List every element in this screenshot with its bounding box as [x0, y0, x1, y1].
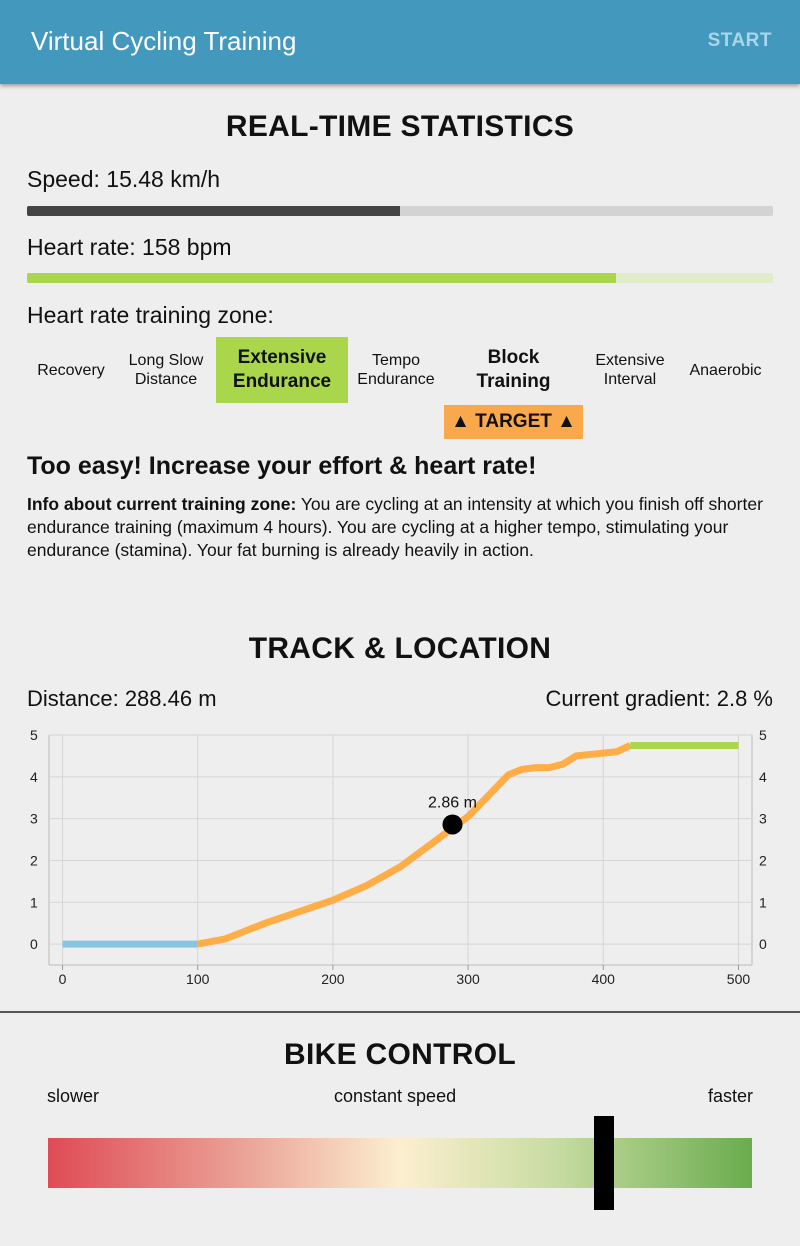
- x-tick-label: 300: [456, 971, 480, 987]
- speed-label: Speed: 15.48 km/h: [27, 166, 221, 192]
- heart-rate-progress-fill: [27, 273, 617, 283]
- elevation-chart: 0 0 1 1 2 2 3 3 4 4 5 5 0 100 200 300 400 500 2.86 m: [30, 727, 767, 987]
- y-tick-label-right: 3: [759, 811, 767, 827]
- zone-block-training: Block Training: [476, 347, 551, 392]
- section-divider: [0, 1011, 800, 1013]
- zone-info-prefix: Info about current training zone:: [27, 494, 297, 514]
- x-tick-label: 0: [59, 971, 67, 987]
- y-tick-label-left: 4: [30, 769, 38, 785]
- training-zones: Recovery Long Slow Distance Extensive Endu…: [24, 337, 776, 403]
- position-marker: [442, 814, 463, 835]
- zone-label: Heart rate training zone:: [27, 302, 274, 328]
- y-tick-label-right: 1: [759, 894, 767, 910]
- app-title: Virtual Cycling Training: [31, 26, 297, 56]
- x-tick-label: 100: [186, 971, 210, 987]
- zone-anaerobic: Anaerobic: [689, 361, 762, 379]
- heart-rate-progress-bar: [27, 273, 773, 283]
- app-bar: Virtual Cycling Training START: [0, 0, 800, 84]
- constant-speed-label: constant speed: [334, 1086, 457, 1106]
- y-tick-label-right: 5: [759, 727, 767, 743]
- bike-control-section-title: BIKE CONTROL: [284, 1038, 516, 1071]
- x-tick-label: 200: [321, 971, 345, 987]
- faster-label: faster: [707, 1086, 753, 1106]
- zone-extensive-interval: Extensive Interval: [595, 352, 665, 388]
- zone-long-slow-distance: Long Slow Distance: [128, 352, 204, 388]
- y-tick-label-right: 4: [759, 769, 767, 785]
- speed-control-slider[interactable]: [48, 1138, 752, 1188]
- track-section-title: TRACK & LOCATION: [248, 632, 552, 665]
- y-tick-label-left: 0: [30, 936, 38, 952]
- speed-control-thumb[interactable]: [594, 1116, 615, 1210]
- zone-tempo-endurance: Tempo Endurance: [357, 352, 435, 388]
- speed-progress-fill: [27, 206, 400, 216]
- start-button[interactable]: START: [708, 30, 772, 52]
- chart-series-line-1: [197, 742, 632, 948]
- x-tick-label: 500: [727, 971, 751, 987]
- zone-info: Info about current training zone: You ar…: [27, 493, 767, 562]
- y-tick-label-left: 5: [30, 727, 38, 743]
- target-badge: ▲ TARGET ▲: [444, 405, 583, 439]
- speed-progress-bar: [27, 206, 773, 216]
- y-tick-label-left: 2: [30, 852, 38, 868]
- y-tick-label-left: 1: [30, 894, 38, 910]
- slower-label: slower: [47, 1086, 100, 1106]
- y-tick-label-left: 3: [30, 811, 38, 827]
- zone-extensive-endurance: Extensive Endurance: [216, 337, 348, 403]
- position-marker-label: 2.86 m: [428, 794, 477, 811]
- stats-section-title: REAL-TIME STATISTICS: [225, 110, 575, 143]
- feedback-message: Too easy! Increase your effort & heart r…: [27, 452, 537, 480]
- y-tick-label-right: 0: [759, 936, 767, 952]
- heart-rate-label: Heart rate: 158 bpm: [27, 234, 232, 260]
- gradient-label: Current gradient: 2.8 %: [545, 686, 773, 711]
- x-tick-label: 400: [592, 971, 616, 987]
- zone-recovery: Recovery: [37, 361, 105, 379]
- distance-label: Distance: 288.46 m: [27, 686, 217, 711]
- y-tick-label-right: 2: [759, 852, 767, 868]
